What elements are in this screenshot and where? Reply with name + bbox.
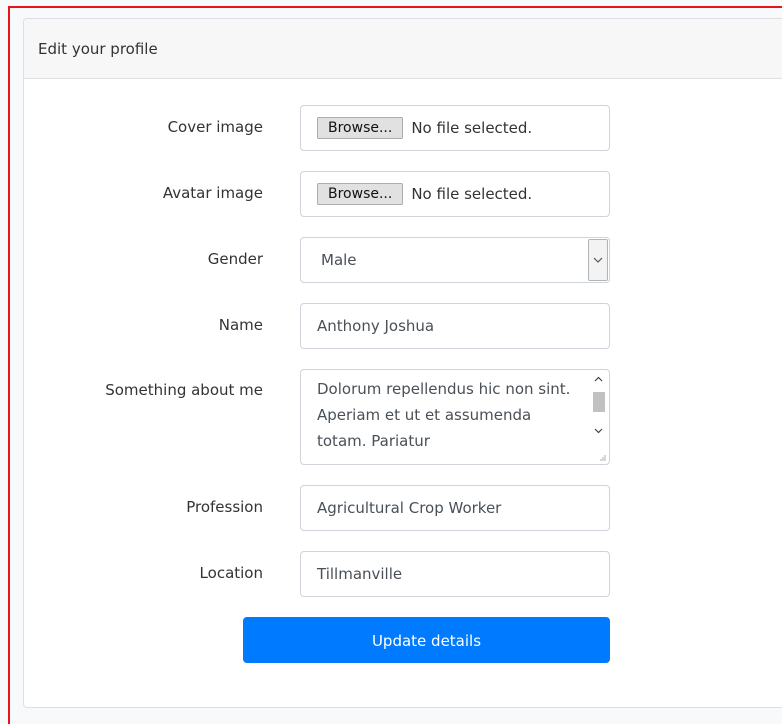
name-label: Name — [218, 316, 263, 334]
cover-image-label: Cover image — [167, 118, 263, 136]
avatar-file-status: No file selected. — [411, 185, 533, 203]
gender-selected-value: Male — [321, 251, 357, 269]
cover-image-input[interactable]: Browse... No file selected. — [300, 105, 610, 151]
resize-grip-icon[interactable] — [598, 453, 606, 461]
profile-card: Edit your profile Cover image Browse... … — [23, 18, 782, 708]
about-scrollbar[interactable] — [590, 372, 607, 436]
about-textarea[interactable]: Dolorum repellendus hic non sint. Aperia… — [300, 369, 610, 465]
location-label: Location — [199, 564, 263, 582]
profession-label: Profession — [186, 498, 263, 516]
avatar-image-input[interactable]: Browse... No file selected. — [300, 171, 610, 217]
avatar-image-label: Avatar image — [162, 184, 263, 202]
cover-browse-button[interactable]: Browse... — [317, 117, 404, 139]
cover-file-status: No file selected. — [411, 119, 533, 137]
location-input[interactable]: Tillmanville — [300, 551, 610, 597]
avatar-browse-button[interactable]: Browse... — [317, 183, 404, 205]
name-input[interactable]: Anthony Joshua — [300, 303, 610, 349]
chevron-down-icon[interactable] — [588, 239, 608, 281]
gender-label: Gender — [207, 250, 263, 268]
update-details-button[interactable]: Update details — [243, 617, 610, 663]
scroll-down-icon — [594, 428, 603, 434]
scroll-up-icon — [594, 376, 603, 382]
card-header: Edit your profile — [24, 19, 782, 79]
about-label: Something about me — [105, 381, 263, 399]
about-text: Dolorum repellendus hic non sint. Aperia… — [317, 380, 571, 450]
gender-select[interactable]: Male — [300, 237, 610, 283]
card-title: Edit your profile — [38, 40, 158, 58]
profession-input[interactable]: Agricultural Crop Worker — [300, 485, 610, 531]
scrollbar-thumb[interactable] — [593, 392, 605, 412]
